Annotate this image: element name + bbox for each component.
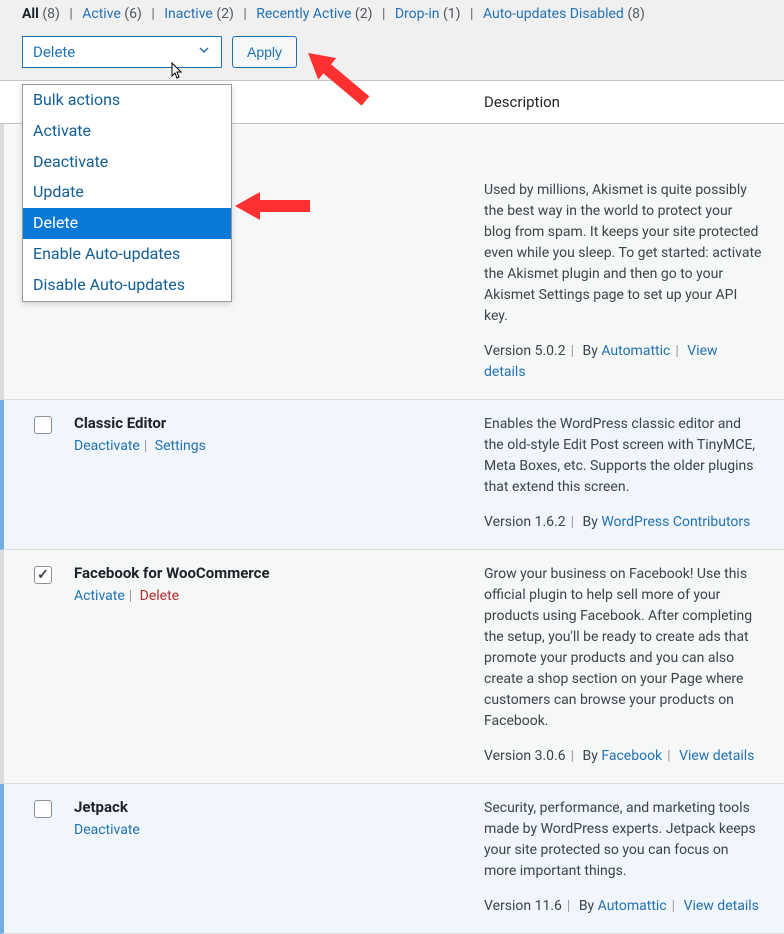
plugin-checkbox[interactable] <box>34 416 52 434</box>
bulk-option-deactivate[interactable]: Deactivate <box>23 147 231 178</box>
bulk-option-bulk-actions[interactable]: Bulk actions <box>23 85 231 116</box>
activate-link[interactable]: Activate <box>74 588 125 604</box>
chevron-down-icon <box>197 43 211 61</box>
plugin-name: Jetpack <box>74 798 484 816</box>
bulk-action-dropdown: Bulk actions Activate Deactivate Update … <box>22 84 232 302</box>
plugin-meta: Version 1.6.2| By WordPress Contributors <box>484 512 762 533</box>
plugin-checkbox[interactable] <box>34 800 52 818</box>
plugin-description: Grow your business on Facebook! Use this… <box>484 564 762 732</box>
plugin-meta: Version 3.0.6| By Facebook| View details <box>484 746 762 767</box>
plugin-meta: Version 5.0.2| By Automattic| View detai… <box>484 341 762 383</box>
col-description: Description <box>484 93 762 111</box>
plugin-description: Enables the WordPress classic editor and… <box>484 414 762 498</box>
bulk-option-enable-auto[interactable]: Enable Auto-updates <box>23 239 231 270</box>
view-details-link[interactable]: View details <box>684 898 759 914</box>
deactivate-link[interactable]: Deactivate <box>74 822 140 838</box>
apply-button[interactable]: Apply <box>232 36 297 68</box>
plugin-checkbox[interactable] <box>34 566 52 584</box>
deactivate-link[interactable]: Deactivate <box>74 438 140 454</box>
table-row: Classic Editor Deactivate| Settings Enab… <box>0 400 784 550</box>
delete-link[interactable]: Delete <box>140 588 179 604</box>
plugin-description: Used by millions, Akismet is quite possi… <box>484 180 762 327</box>
bulk-actions-row: Delete Apply <box>0 30 784 80</box>
plugin-name: Facebook for WooCommerce <box>74 564 484 582</box>
view-details-link[interactable]: View details <box>679 748 754 764</box>
filter-all[interactable]: All <box>22 6 39 22</box>
bulk-option-update[interactable]: Update <box>23 177 231 208</box>
plugin-name: Classic Editor <box>74 414 484 432</box>
plugin-author-link[interactable]: WordPress Contributors <box>601 514 750 530</box>
bulk-option-disable-auto[interactable]: Disable Auto-updates <box>23 270 231 301</box>
plugin-meta: Version 11.6| By Automattic| View detail… <box>484 896 762 917</box>
filter-auto-updates-disabled[interactable]: Auto-updates Disabled <box>483 6 624 22</box>
bulk-option-activate[interactable]: Activate <box>23 116 231 147</box>
filter-bar: All (8) | Active (6) | Inactive (2) | Re… <box>0 0 784 30</box>
plugin-author-link[interactable]: Facebook <box>601 748 662 764</box>
plugin-author-link[interactable]: Automattic <box>598 898 667 914</box>
table-row: Facebook for WooCommerce Activate| Delet… <box>0 550 784 784</box>
bulk-option-delete[interactable]: Delete <box>23 208 231 239</box>
filter-inactive[interactable]: Inactive <box>164 6 213 22</box>
filter-recently-active[interactable]: Recently Active <box>256 6 351 22</box>
settings-link[interactable]: Settings <box>155 438 206 454</box>
bulk-action-select[interactable]: Delete <box>22 36 222 68</box>
plugin-description: Security, performance, and marketing too… <box>484 798 762 882</box>
table-row: Jetpack Deactivate Security, performance… <box>0 784 784 934</box>
filter-drop-in[interactable]: Drop-in <box>395 6 440 22</box>
plugin-author-link[interactable]: Automattic <box>601 343 670 359</box>
bulk-select-value: Delete <box>33 43 75 61</box>
filter-active[interactable]: Active <box>82 6 121 22</box>
